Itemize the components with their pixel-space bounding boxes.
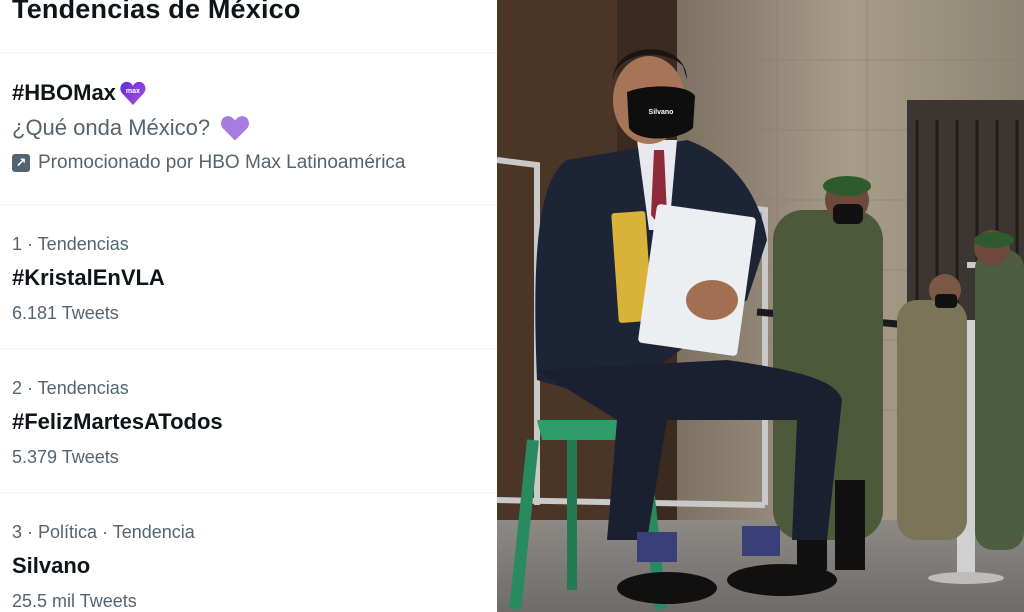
trend-count: 6.181 Tweets bbox=[12, 303, 119, 323]
trend-item[interactable]: 1 · Tendencias #KristalEnVLA 6.181 Tweet… bbox=[12, 234, 482, 324]
promoted-subtitle: ¿Qué onda México? bbox=[12, 115, 211, 140]
divider bbox=[0, 348, 497, 349]
promoted-trend[interactable]: #HBOMax max ¿Qué onda México? ↗ Promocio… bbox=[12, 80, 482, 174]
trend-count: 5.379 Tweets bbox=[12, 447, 119, 467]
trend-topic[interactable]: #FelizMartesATodos bbox=[12, 409, 482, 435]
promoted-hashtag-row: #HBOMax max bbox=[12, 80, 482, 106]
divider bbox=[0, 204, 497, 205]
trend-item[interactable]: 2 · Tendencias #FelizMartesATodos 5.379 … bbox=[12, 378, 482, 468]
promoted-icon: ↗ bbox=[12, 154, 30, 172]
trends-panel: Tendencias de México #HBOMax max ¿Qué on… bbox=[0, 0, 497, 612]
news-photo: Silvano bbox=[497, 0, 1024, 612]
page-title: Tendencias de México bbox=[12, 0, 301, 24]
badge-text: max bbox=[125, 87, 140, 95]
trend-item[interactable]: 3 · Política · Tendencia Silvano 25.5 mi… bbox=[12, 522, 482, 612]
soldier-figure-2 bbox=[897, 274, 967, 540]
trend-topic[interactable]: Silvano bbox=[12, 553, 482, 579]
trend-meta: 3 · Política · Tendencia bbox=[12, 522, 195, 542]
divider bbox=[0, 52, 497, 53]
divider bbox=[0, 492, 497, 493]
purple-heart-icon bbox=[221, 116, 250, 141]
promoted-hashtag[interactable]: #HBOMax bbox=[12, 80, 116, 106]
mask-text: Silvano bbox=[649, 109, 674, 116]
promoted-by-row: ↗ Promocionado por HBO Max Latinoamérica bbox=[12, 152, 482, 174]
trend-topic[interactable]: #KristalEnVLA bbox=[12, 265, 482, 291]
hbo-heart-icon: max bbox=[120, 81, 146, 105]
soldier-figure-3 bbox=[974, 230, 1024, 550]
trend-meta: 1 · Tendencias bbox=[12, 234, 129, 254]
photo-illustration: Silvano bbox=[497, 0, 1024, 612]
trend-meta: 2 · Tendencias bbox=[12, 378, 129, 398]
promoted-subtitle-row: ¿Qué onda México? bbox=[12, 114, 482, 142]
promoted-by-label: Promocionado por HBO Max Latinoamérica bbox=[38, 152, 406, 173]
trend-count: 25.5 mil Tweets bbox=[12, 591, 137, 611]
